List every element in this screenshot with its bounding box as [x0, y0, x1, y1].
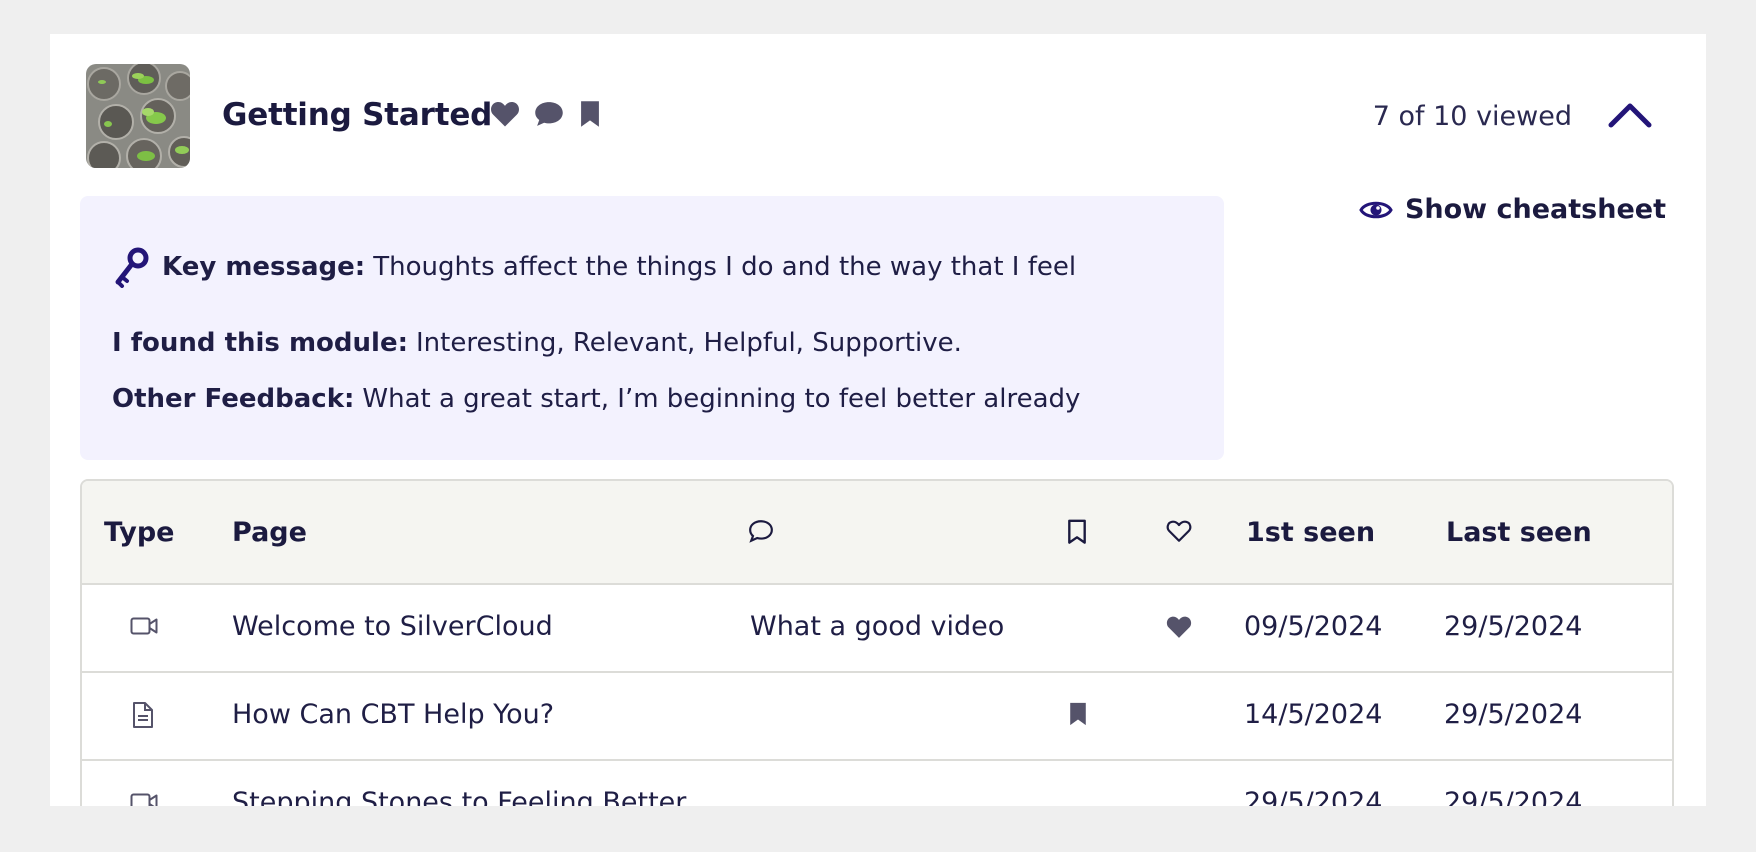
heart-outline-icon	[1166, 520, 1192, 542]
module-status-icons	[490, 100, 602, 128]
other-feedback-text: What a great start, I’m beginning to fee…	[362, 384, 1081, 414]
heart-icon	[1166, 616, 1192, 638]
first-seen-cell: 09/5/2024	[1244, 611, 1383, 642]
collapse-button[interactable]	[1606, 91, 1654, 139]
key-message-label: Key message:	[162, 252, 366, 282]
module-title: Getting Started	[222, 97, 493, 133]
column-header-type: Type	[104, 517, 175, 548]
module-card: Getting Started 7 of 10 viewed Show chea…	[50, 34, 1706, 806]
eye-icon	[1359, 201, 1393, 218]
table-header: Type Page 1st seen Last seen	[82, 481, 1672, 585]
heart-icon	[491, 102, 519, 127]
video-icon	[130, 617, 158, 635]
page-title-cell[interactable]: How Can CBT Help You?	[232, 699, 554, 730]
seedling-pots-image	[86, 64, 190, 168]
show-cheatsheet-label: Show cheatsheet	[1404, 194, 1666, 225]
module-rating-label: I found this module:	[112, 328, 408, 358]
document-icon	[133, 702, 153, 728]
other-feedback-row: Other Feedback: What a great start, I’m b…	[112, 384, 1080, 414]
page-title-cell[interactable]: Stepping Stones to Feeling Better	[232, 787, 686, 806]
last-seen-cell: 29/5/2024	[1444, 787, 1583, 806]
video-icon	[130, 793, 158, 806]
bookmark-icon	[1070, 702, 1086, 726]
comment-outline-icon	[749, 520, 773, 543]
column-header-page: Page	[232, 517, 307, 548]
first-seen-cell: 14/5/2024	[1244, 699, 1383, 730]
module-rating-text: Interesting, Relevant, Helpful, Supporti…	[415, 328, 962, 358]
column-header-last-seen: Last seen	[1446, 517, 1592, 548]
pages-table: Type Page 1st seen Last seen Welcome to …	[80, 479, 1674, 806]
bookmark-outline-icon	[1068, 519, 1086, 544]
module-summary-panel: Key message: Thoughts affect the things …	[80, 196, 1224, 460]
first-seen-cell: 29/5/2024	[1244, 787, 1383, 806]
module-thumbnail	[86, 64, 190, 168]
column-header-first-seen: 1st seen	[1246, 517, 1376, 548]
key-message-text: Thoughts affect the things I do and the …	[373, 252, 1077, 282]
viewed-progress-text: 7 of 10 viewed	[1372, 101, 1572, 132]
other-feedback-label: Other Feedback:	[112, 384, 355, 414]
last-seen-cell: 29/5/2024	[1444, 699, 1583, 730]
key-message-row: Key message: Thoughts affect the things …	[112, 246, 1076, 288]
table-row[interactable]: How Can CBT Help You? 14/5/2024 29/5/202…	[82, 673, 1672, 761]
show-cheatsheet-button[interactable]: Show cheatsheet	[1359, 194, 1666, 225]
module-rating-row: I found this module: Interesting, Relevan…	[112, 328, 962, 358]
bookmark-icon	[581, 101, 599, 127]
comment-icon	[535, 102, 563, 126]
last-seen-cell: 29/5/2024	[1444, 611, 1583, 642]
key-icon	[115, 247, 149, 288]
page-title-cell[interactable]: Welcome to SilverCloud	[232, 611, 553, 642]
comment-cell: What a good video	[750, 611, 1005, 642]
table-row[interactable]: Stepping Stones to Feeling Better 29/5/2…	[82, 761, 1672, 806]
chevron-up-icon	[1608, 103, 1652, 128]
table-row[interactable]: Welcome to SilverCloud What a good video…	[82, 585, 1672, 673]
